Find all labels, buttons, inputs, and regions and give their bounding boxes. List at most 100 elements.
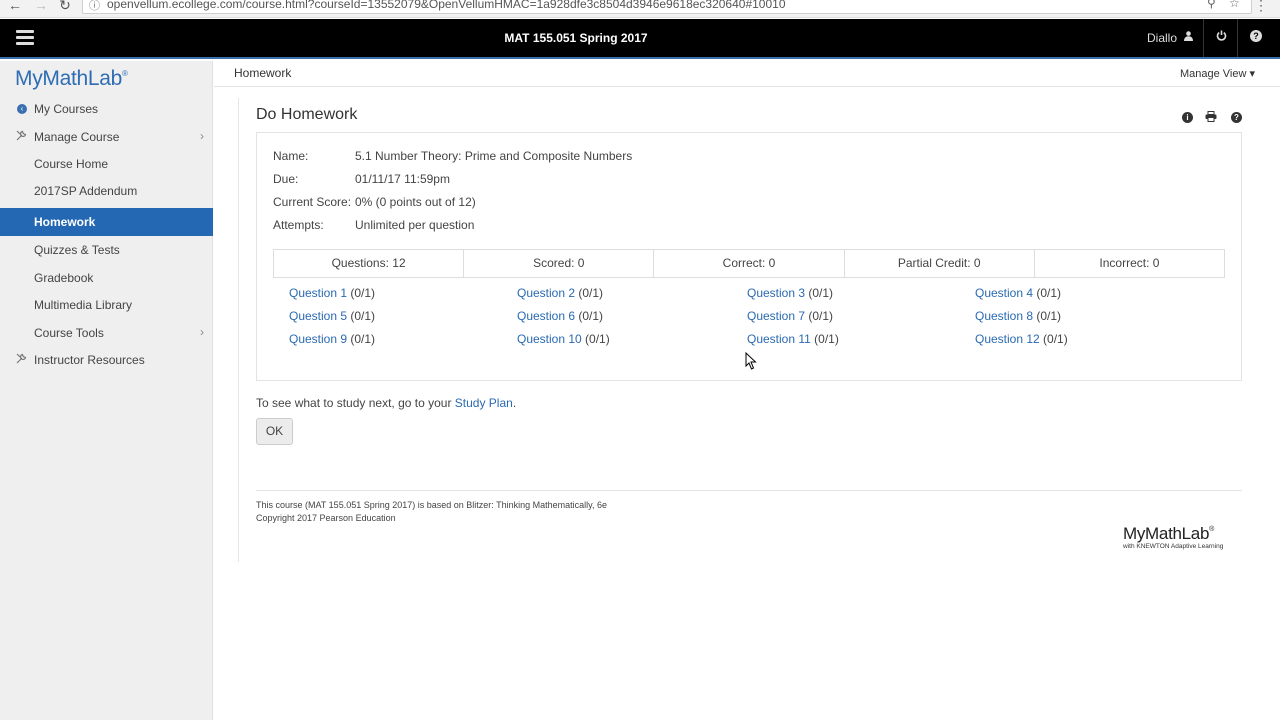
sidebar-item-homework[interactable]: Homework xyxy=(0,208,213,236)
sidebar-item-label: Instructor Resources xyxy=(34,353,145,367)
chevron-right-icon: › xyxy=(200,129,204,143)
question-score: (0/1) xyxy=(347,309,376,323)
question-score: (0/1) xyxy=(805,286,834,300)
logo-text: MyMathLab xyxy=(15,67,123,90)
attempts-label: Attempts: xyxy=(273,218,324,232)
sidebar-item-multimedia-library[interactable]: Multimedia Library xyxy=(0,291,213,319)
question-name[interactable]: Question 5 xyxy=(289,309,347,323)
sidebar-item-label: Quizzes & Tests xyxy=(34,243,120,257)
back-icon[interactable]: ← xyxy=(6,0,24,13)
question-score: (0/1) xyxy=(805,309,834,323)
address-bar[interactable]: ⓘ openvellum.ecollege.com/course.html?co… xyxy=(82,0,1252,14)
question-link-7[interactable]: Question 7 (0/1) xyxy=(747,309,833,323)
divider xyxy=(1203,19,1204,57)
question-name[interactable]: Question 1 xyxy=(289,286,347,300)
homework-details-panel: Name: 5.1 Number Theory: Prime and Compo… xyxy=(256,133,1242,381)
sidebar-item-manage-course[interactable]: Manage Course › xyxy=(0,123,213,151)
copyright: Copyright 2017 Pearson Education xyxy=(256,513,396,523)
sidebar-item-label: Homework xyxy=(34,215,96,229)
sidebar-item-instructor-resources[interactable]: Instructor Resources xyxy=(0,346,213,374)
brand-subtitle: with KNEWTON Adaptive Learning xyxy=(1123,543,1224,550)
attempts-value: Unlimited per question xyxy=(355,218,475,232)
print-icon[interactable] xyxy=(1205,111,1217,122)
question-name[interactable]: Question 3 xyxy=(747,286,805,300)
study-prefix: To see what to study next, go to your xyxy=(256,396,455,410)
stat-questions: Questions: 12 xyxy=(274,250,465,277)
question-name[interactable]: Question 10 xyxy=(517,332,582,346)
study-plan-message: To see what to study next, go to your St… xyxy=(256,396,516,410)
question-name[interactable]: Question 7 xyxy=(747,309,805,323)
browser-toolbar: ← → ↻ ⓘ openvellum.ecollege.com/course.h… xyxy=(0,0,1280,18)
question-link-3[interactable]: Question 3 (0/1) xyxy=(747,286,833,300)
mouse-cursor-icon xyxy=(745,351,757,370)
divider xyxy=(256,490,1242,491)
sidebar-item-course-tools[interactable]: Course Tools › xyxy=(0,319,213,347)
sidebar-item-label: Gradebook xyxy=(34,271,94,285)
question-link-6[interactable]: Question 6 (0/1) xyxy=(517,309,603,323)
sidebar-item-addendum[interactable]: 2017SP Addendum xyxy=(0,177,213,205)
sidebar: MyMathLab® ‹ My Courses Manage Course › … xyxy=(0,61,213,720)
question-name[interactable]: Question 9 xyxy=(289,332,347,346)
question-name[interactable]: Question 8 xyxy=(975,309,1033,323)
bookmark-star-icon[interactable]: ☆ xyxy=(1229,0,1240,10)
sidebar-item-label: Multimedia Library xyxy=(34,298,133,312)
ok-button[interactable]: OK xyxy=(256,418,293,445)
back-arrow-icon: ‹ xyxy=(17,104,27,114)
sidebar-item-my-courses[interactable]: ‹ My Courses xyxy=(0,95,213,123)
forward-icon[interactable]: → xyxy=(32,0,50,13)
question-score: (0/1) xyxy=(1033,309,1062,323)
name-value: 5.1 Number Theory: Prime and Composite N… xyxy=(355,149,633,163)
question-link-12[interactable]: Question 12 (0/1) xyxy=(975,332,1068,346)
browser-menu-icon[interactable]: ⋮ xyxy=(1254,0,1268,14)
question-link-11[interactable]: Question 11 (0/1) xyxy=(747,332,839,346)
stat-correct: Correct: 0 xyxy=(654,250,845,277)
question-name[interactable]: Question 11 xyxy=(747,332,811,346)
help-icon[interactable]: ? xyxy=(1250,30,1262,42)
tools-icon xyxy=(16,130,27,144)
stats-table: Questions: 12 Scored: 0 Correct: 0 Parti… xyxy=(273,249,1225,278)
logo-registered-mark: ® xyxy=(122,69,128,78)
breadcrumb: Homework xyxy=(234,66,292,80)
site-info-icon[interactable]: ⓘ xyxy=(89,0,100,13)
info-icon[interactable]: i xyxy=(1182,112,1193,123)
question-name[interactable]: Question 6 xyxy=(517,309,575,323)
help-icon[interactable]: ? xyxy=(1231,112,1242,123)
question-link-9[interactable]: Question 9 (0/1) xyxy=(289,332,375,346)
due-value: 01/11/17 11:59pm xyxy=(355,172,450,186)
sign-out-power-icon[interactable] xyxy=(1216,30,1227,44)
zoom-icon[interactable]: ⚲ xyxy=(1207,0,1216,10)
sidebar-item-gradebook[interactable]: Gradebook xyxy=(0,264,213,292)
user-name[interactable]: Diallo xyxy=(1147,31,1177,45)
question-name[interactable]: Question 2 xyxy=(517,286,575,300)
question-name[interactable]: Question 12 xyxy=(975,332,1040,346)
course-title: MAT 155.051 Spring 2017 xyxy=(504,31,648,45)
sidebar-item-course-home[interactable]: Course Home xyxy=(0,150,213,178)
mymathlab-logo[interactable]: MyMathLab® xyxy=(15,67,128,91)
question-link-10[interactable]: Question 10 (0/1) xyxy=(517,332,610,346)
stat-partial-credit: Partial Credit: 0 xyxy=(845,250,1035,277)
brand-main-text: MyMathLab® xyxy=(1123,524,1243,544)
sidebar-item-label: My Courses xyxy=(34,102,99,116)
sidebar-item-label: Course Tools xyxy=(34,326,104,340)
question-score: (0/1) xyxy=(575,286,604,300)
course-attribution: This course (MAT 155.051 Spring 2017) is… xyxy=(256,500,608,510)
mymathlab-knewton-logo: MyMathLab® with KNEWTON Adaptive Learnin… xyxy=(1123,524,1243,550)
sidebar-item-quizzes-tests[interactable]: Quizzes & Tests xyxy=(0,236,213,264)
user-icon[interactable] xyxy=(1184,31,1193,44)
question-link-5[interactable]: Question 5 (0/1) xyxy=(289,309,375,323)
breadcrumb-bar: Homework Manage View ▾ xyxy=(214,61,1280,87)
study-plan-link[interactable]: Study Plan xyxy=(455,396,513,410)
page-title: Do Homework xyxy=(256,106,358,123)
chevron-right-icon: › xyxy=(200,325,204,339)
question-score: (0/1) xyxy=(1033,286,1062,300)
url-text[interactable]: openvellum.ecollege.com/course.html?cour… xyxy=(107,0,786,11)
manage-view-dropdown[interactable]: Manage View ▾ xyxy=(1180,67,1255,80)
question-link-1[interactable]: Question 1 (0/1) xyxy=(289,286,375,300)
reload-icon[interactable]: ↻ xyxy=(56,0,74,14)
score-value: 0% (0 points out of 12) xyxy=(355,195,476,209)
question-link-8[interactable]: Question 8 (0/1) xyxy=(975,309,1061,323)
question-link-2[interactable]: Question 2 (0/1) xyxy=(517,286,603,300)
question-score: (0/1) xyxy=(347,286,376,300)
question-link-4[interactable]: Question 4 (0/1) xyxy=(975,286,1061,300)
question-name[interactable]: Question 4 xyxy=(975,286,1033,300)
